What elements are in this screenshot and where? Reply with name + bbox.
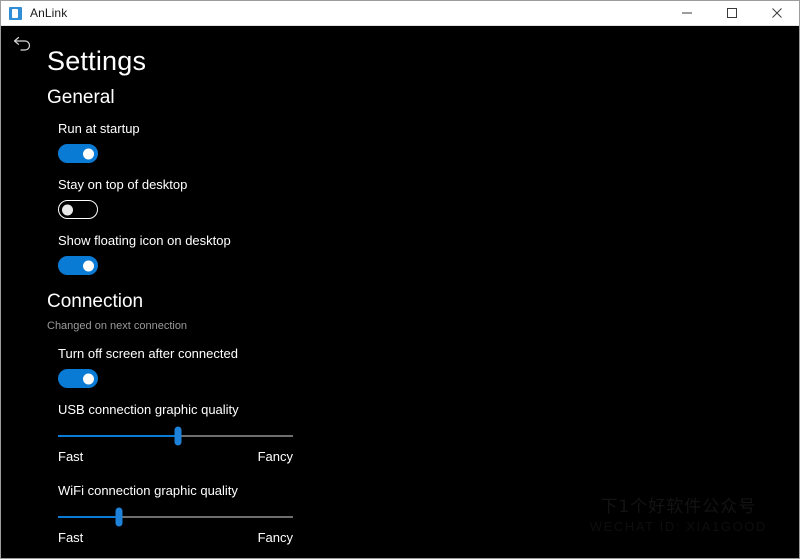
setting-label-show-floating-icon: Show floating icon on desktop: [58, 233, 231, 248]
toggle-run-at-startup[interactable]: [58, 144, 98, 163]
title-bar-left: AnLink: [1, 6, 67, 20]
setting-turn-off-screen: Turn off screen after connected: [58, 346, 238, 388]
section-header-general: General: [47, 87, 115, 108]
slider-fill-usb: [58, 435, 178, 437]
setting-label-stay-on-top: Stay on top of desktop: [58, 177, 188, 192]
section-header-connection: Connection: [47, 291, 144, 312]
anlink-app-icon: [9, 6, 22, 20]
slider-thumb-usb[interactable]: [174, 426, 182, 446]
close-button[interactable]: [754, 1, 799, 26]
slider-thumb-wifi[interactable]: [115, 507, 123, 527]
slider-track-usb[interactable]: [58, 425, 293, 447]
toggle-knob: [62, 204, 73, 215]
slider-label-wifi-quality: WiFi connection graphic quality: [58, 483, 238, 498]
watermark: 下1个好软件公众号 WECHAT ID: XIA1GOOD: [590, 492, 767, 534]
back-button[interactable]: [6, 29, 40, 59]
slider-usb-quality: USB connection graphic quality Fast Fanc…: [58, 402, 293, 464]
slider-label-usb-quality: USB connection graphic quality: [58, 402, 239, 417]
page-title: Settings: [47, 46, 147, 76]
close-icon: [771, 8, 782, 18]
setting-stay-on-top: Stay on top of desktop: [58, 177, 187, 219]
toggle-show-floating-icon[interactable]: [58, 256, 98, 275]
maximize-icon: [726, 8, 737, 18]
watermark-line-2: WECHAT ID: XIA1GOOD: [589, 519, 767, 534]
setting-label-run-at-startup: Run at startup: [58, 121, 140, 136]
slider-max-label-usb: Fancy: [257, 449, 293, 464]
toggle-turn-off-screen[interactable]: [58, 369, 98, 388]
slider-endpoints-usb: Fast Fancy: [58, 449, 293, 464]
slider-min-label-wifi: Fast: [58, 530, 84, 545]
slider-max-label-wifi: Fancy: [257, 530, 293, 545]
toggle-knob: [83, 148, 94, 159]
slider-track-wifi[interactable]: [58, 506, 293, 528]
app-title: AnLink: [30, 6, 68, 20]
anlink-settings-window: AnLink Settings General Run at startup S…: [0, 0, 800, 559]
back-arrow-icon: [13, 36, 31, 51]
setting-run-at-startup: Run at startup: [58, 121, 140, 163]
title-bar: AnLink: [1, 1, 799, 26]
setting-show-floating-icon: Show floating icon on desktop: [58, 233, 231, 275]
section-note-connection: Changed on next connection: [47, 320, 188, 332]
maximize-button[interactable]: [709, 1, 754, 26]
settings-content: Settings General Run at startup Stay on …: [1, 26, 799, 558]
toggle-knob: [83, 373, 94, 384]
toggle-stay-on-top[interactable]: [58, 200, 98, 219]
slider-fill-wifi: [58, 516, 120, 518]
slider-endpoints-wifi: Fast Fancy: [58, 530, 293, 545]
watermark-line-1: 下1个好软件公众号: [600, 497, 757, 517]
slider-wifi-quality: WiFi connection graphic quality Fast Fan…: [58, 483, 293, 545]
toggle-knob: [83, 260, 94, 271]
minimize-button[interactable]: [664, 1, 709, 26]
slider-min-label-usb: Fast: [58, 449, 84, 464]
window-controls: [664, 1, 799, 26]
minimize-icon: [681, 12, 692, 14]
setting-label-turn-off-screen: Turn off screen after connected: [58, 346, 238, 361]
